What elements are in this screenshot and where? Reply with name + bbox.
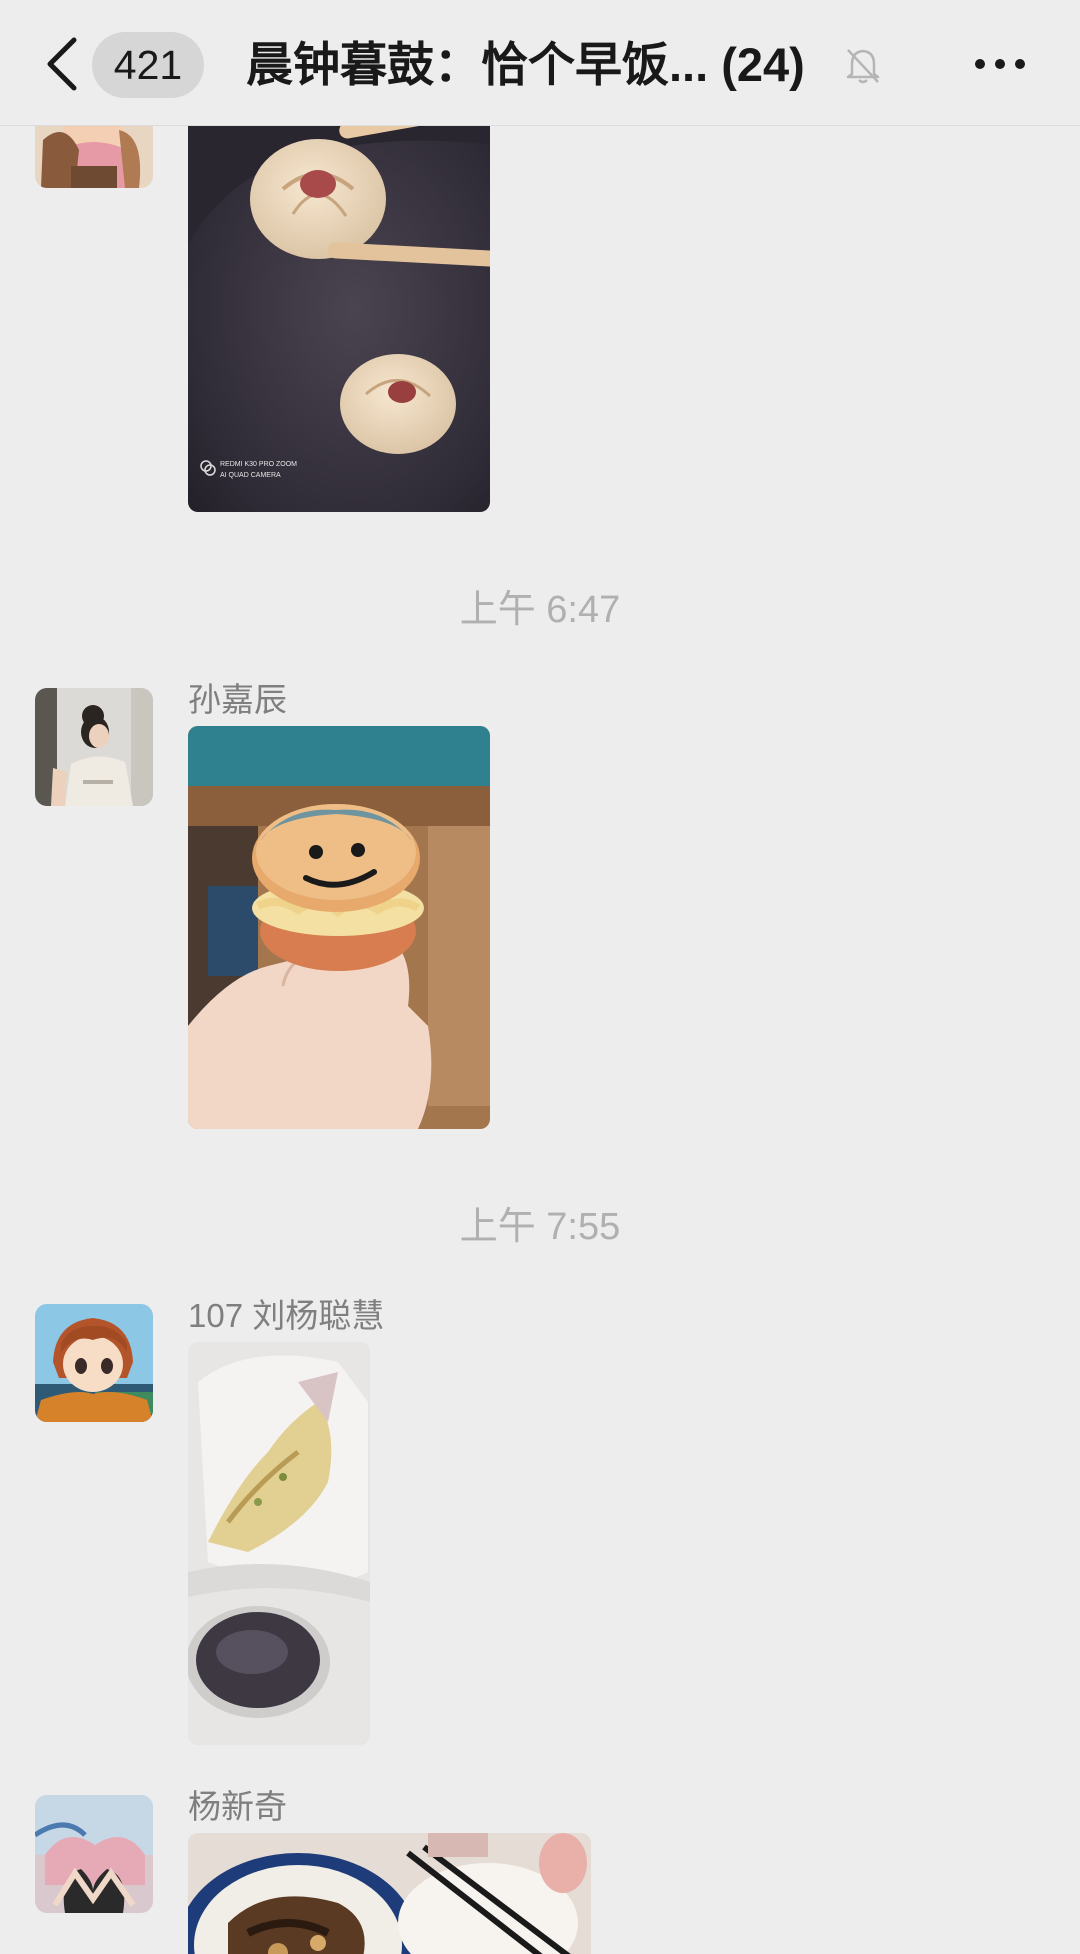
avatar[interactable]: [35, 688, 153, 806]
sender-name: 杨新奇: [188, 1788, 287, 1825]
chat-image[interactable]: [188, 1833, 591, 1954]
unread-count-badge[interactable]: 421: [92, 32, 204, 98]
sender-name: 107 刘杨聪慧: [188, 1297, 385, 1334]
chat-title[interactable]: 晨钟暮鼓：恰个早饭... (24): [246, 30, 805, 100]
avatar[interactable]: [35, 1795, 153, 1913]
sender-name: 孙嘉辰: [188, 681, 287, 718]
avatar[interactable]: [35, 1304, 153, 1422]
bell-slash-icon: [842, 44, 884, 86]
chat-image[interactable]: [188, 1342, 370, 1745]
timestamp: 上午 6:47: [459, 589, 621, 631]
watermark-line-1: REDMI K30 PRO ZOOM: [220, 461, 297, 468]
ellipsis-icon[interactable]: [970, 42, 1030, 86]
nav-bar: 421 晨钟暮鼓：恰个早饭... (24): [0, 0, 1080, 126]
chevron-left-icon[interactable]: [40, 34, 84, 94]
timestamp: 上午 7:55: [459, 1206, 621, 1248]
chat-image[interactable]: [188, 726, 490, 1129]
watermark-line-2: AI QUAD CAMERA: [220, 472, 281, 479]
chat-image[interactable]: REDMI K30 PRO ZOOM AI QUAD CAMERA: [188, 104, 490, 512]
chat-history[interactable]: REDMI K30 PRO ZOOM AI QUAD CAMERA 上午 6:4…: [0, 0, 1080, 1954]
